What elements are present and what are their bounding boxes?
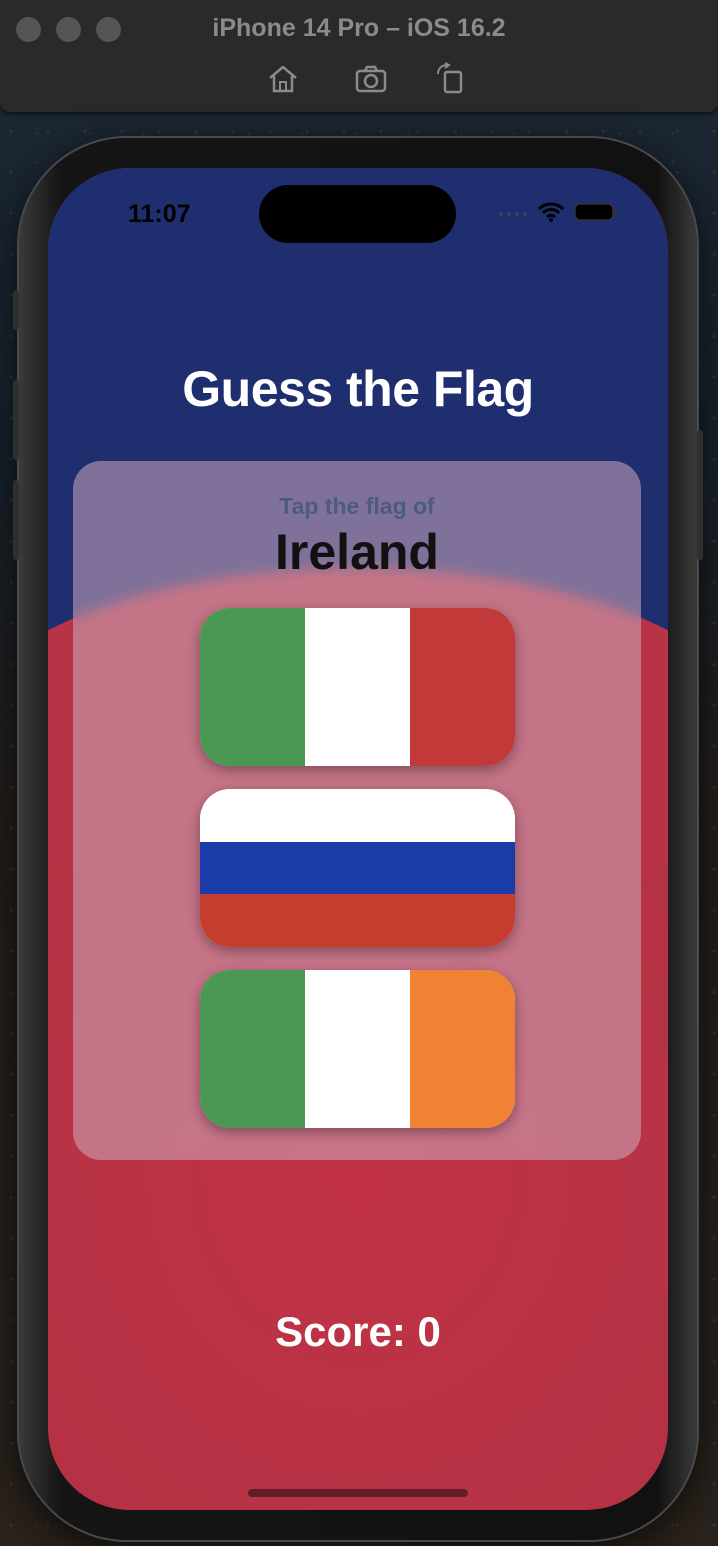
flag-italy [200, 608, 515, 766]
app-title: Guess the Flag [182, 361, 534, 417]
flag-button-3[interactable] [200, 970, 515, 1128]
volume-up-button[interactable] [13, 380, 19, 460]
home-indicator[interactable] [248, 1489, 468, 1497]
flag-stripe [200, 789, 515, 842]
country-name: Ireland [275, 524, 439, 580]
flag-russia [200, 789, 515, 947]
screenshot-icon[interactable] [354, 62, 388, 96]
mute-switch[interactable] [13, 290, 19, 330]
dynamic-island [259, 185, 456, 243]
flag-ireland [200, 970, 515, 1128]
rotate-icon[interactable] [434, 62, 468, 96]
flag-stripe [200, 841, 515, 895]
simulator-title-bar: iPhone 14 Pro – iOS 16.2 [0, 0, 718, 112]
home-icon[interactable] [266, 62, 300, 96]
flag-stripe [305, 608, 410, 766]
phone-screen: 11:07 Guess the Flag Tap the flag of Ire… [48, 168, 668, 1510]
flag-stripe [305, 970, 410, 1128]
flag-button-1[interactable] [200, 608, 515, 766]
wifi-icon [537, 202, 565, 227]
prompt-label: Tap the flag of [279, 493, 435, 519]
cellular-icon [498, 205, 528, 223]
battery-icon [574, 202, 618, 227]
simulator-title: iPhone 14 Pro – iOS 16.2 [212, 14, 506, 42]
flag-stripe [410, 970, 515, 1128]
score-label: Score: 0 [275, 1308, 441, 1355]
status-icons [498, 202, 618, 226]
volume-down-button[interactable] [13, 480, 19, 560]
flag-stripe [200, 608, 305, 766]
flag-stripe [410, 608, 515, 766]
flag-button-2[interactable] [200, 789, 515, 947]
flag-stripe [200, 894, 515, 947]
question-card: Tap the flag of Ireland [73, 461, 641, 1160]
power-button[interactable] [697, 430, 703, 560]
status-time: 11:07 [128, 200, 191, 228]
flag-stripe [200, 970, 305, 1128]
